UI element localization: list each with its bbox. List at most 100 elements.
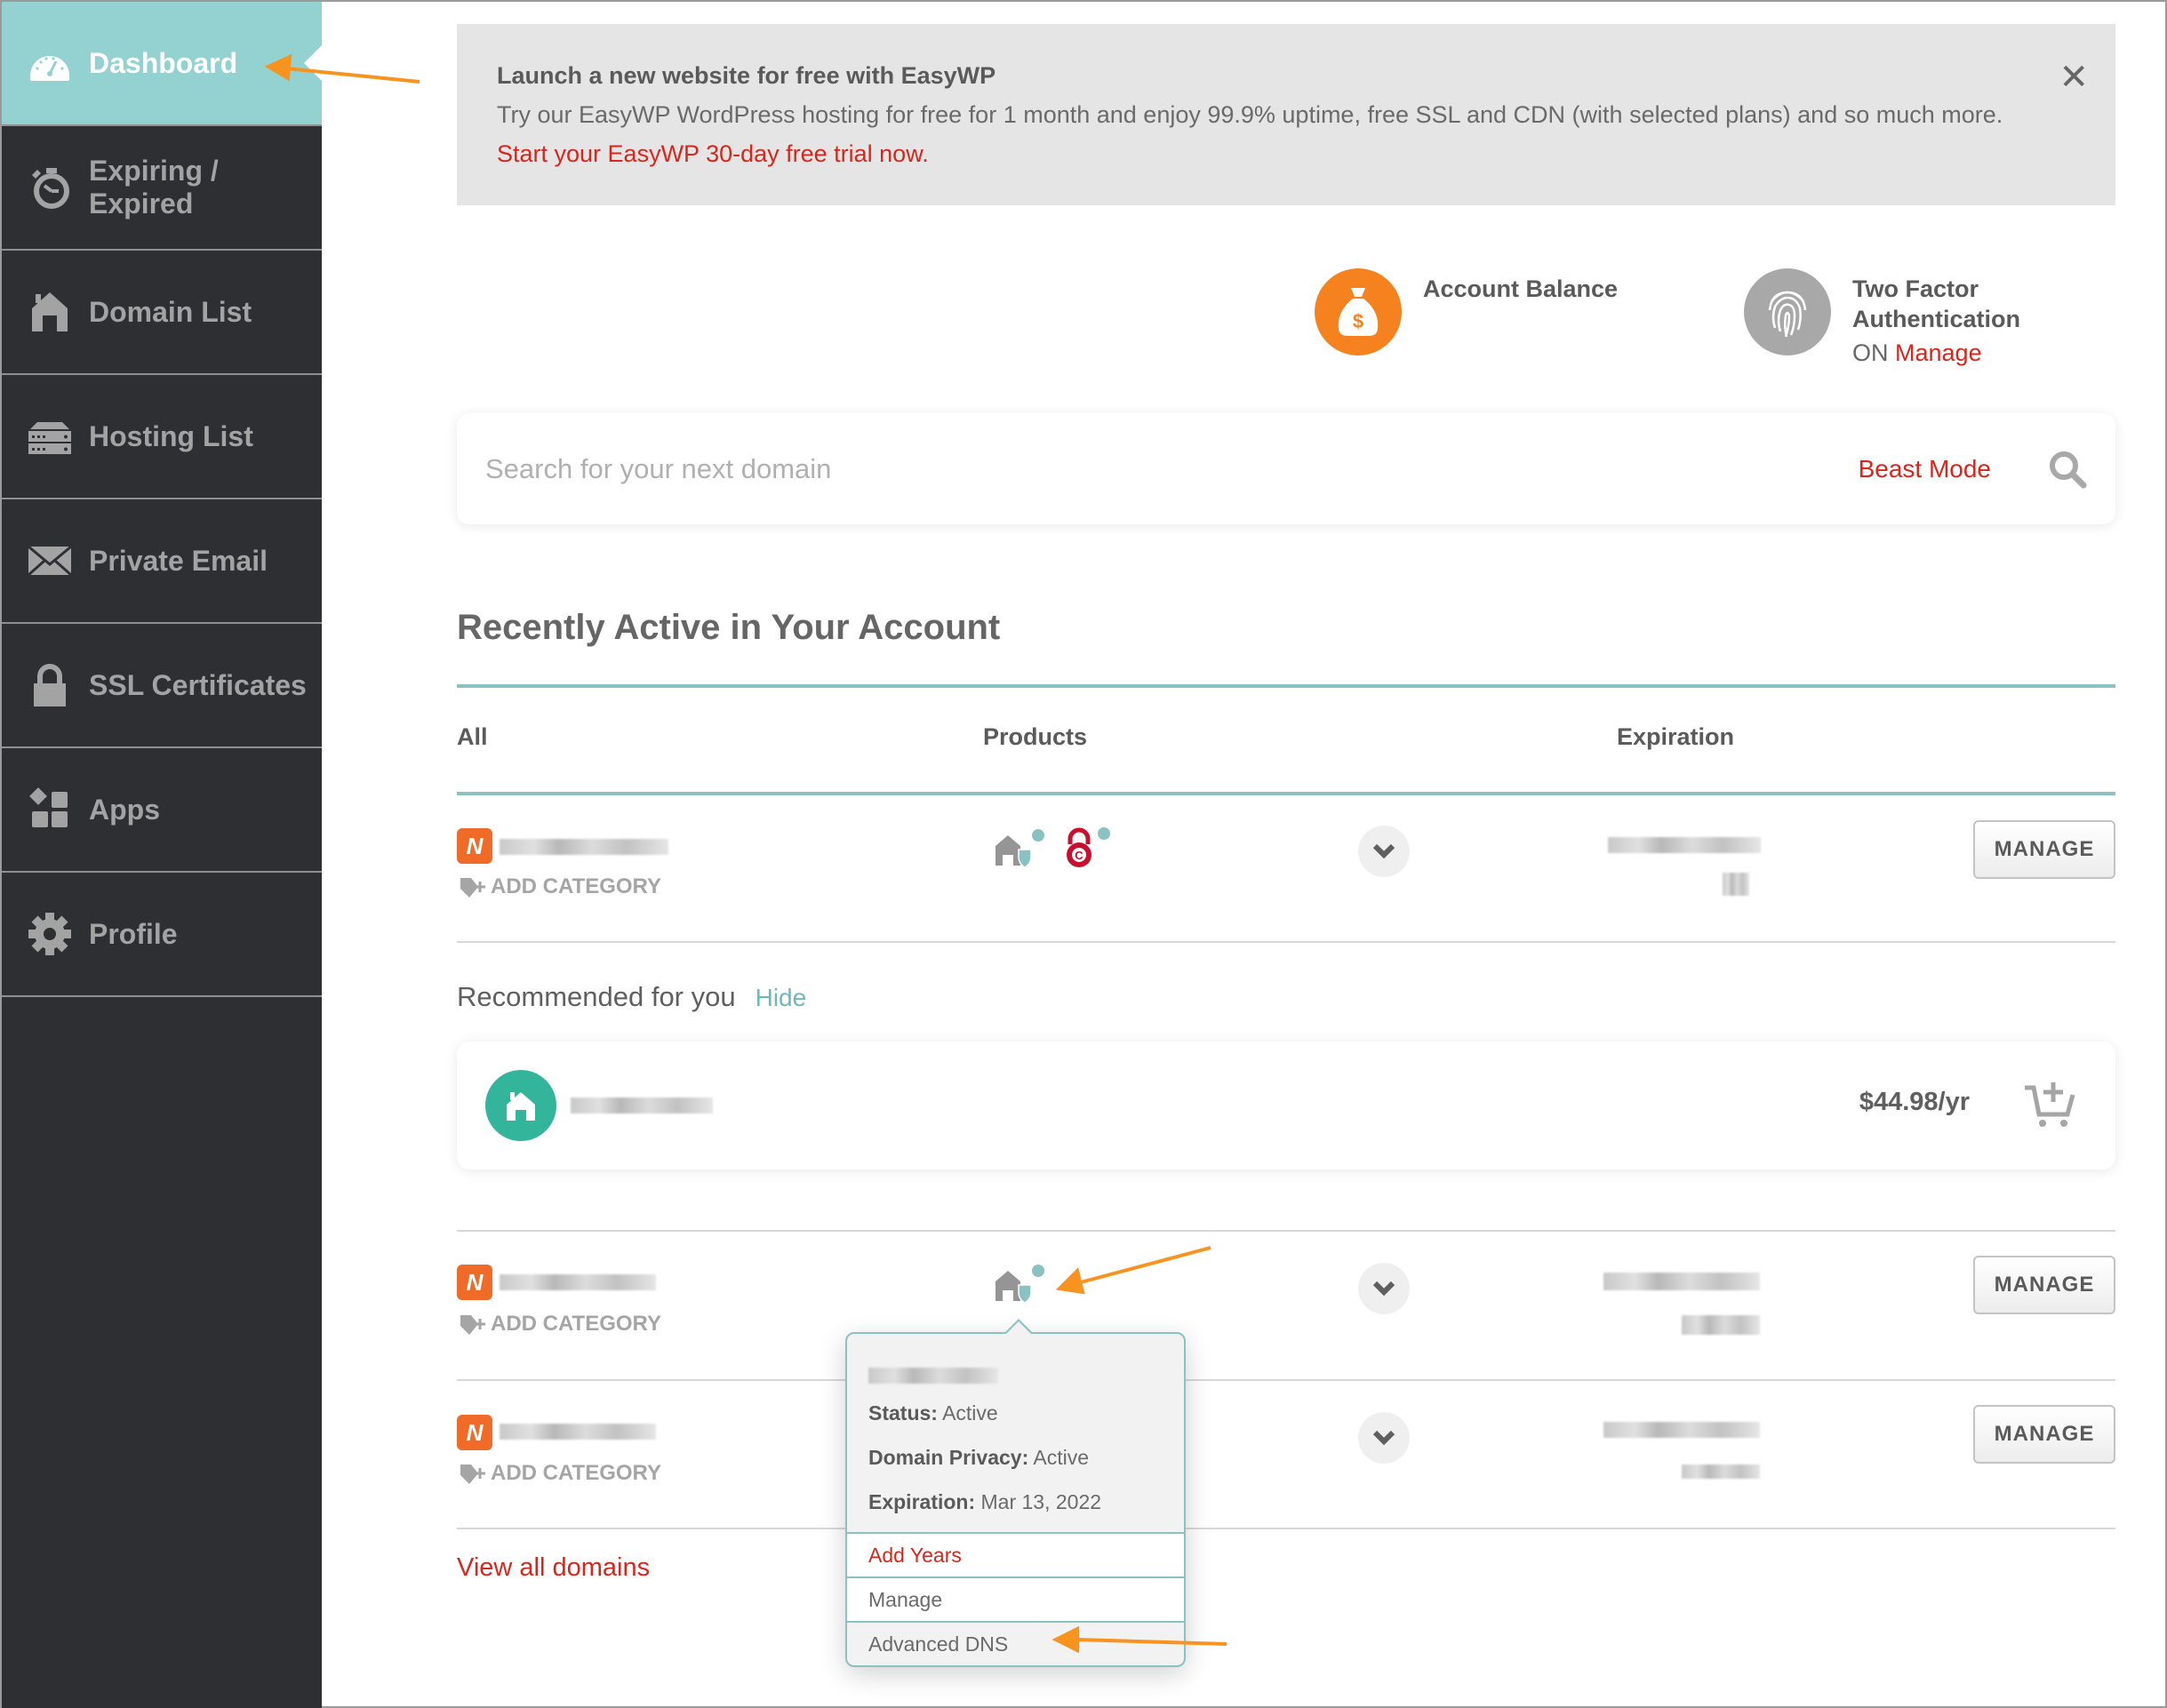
expiration-date-redacted — [1603, 1273, 1760, 1290]
banner-description: Try our EasyWP WordPress hosting for fre… — [497, 101, 2003, 128]
close-icon[interactable]: ✕ — [2059, 60, 2089, 95]
sidebar-item-private-email[interactable]: Private Email — [2, 499, 322, 624]
sidebar-item-apps[interactable]: Apps — [2, 748, 322, 873]
expand-row-chevron-icon[interactable] — [1358, 1412, 1410, 1464]
search-icon[interactable] — [2048, 450, 2087, 489]
account-balance-label: Account Balance — [1423, 275, 1619, 302]
column-header-expiration: Expiration — [1617, 723, 1735, 750]
gear-icon — [25, 909, 75, 959]
domain-products-popover: Status: Active Domain Privacy: Active Ex… — [845, 1319, 1186, 1667]
beast-mode-link[interactable]: Beast Mode — [1859, 455, 1991, 483]
popover-status: Status: Active — [868, 1401, 998, 1425]
house-icon — [485, 1070, 556, 1141]
annotation-arrowhead — [1055, 1267, 1085, 1295]
fingerprint-icon — [1744, 268, 1831, 355]
tag-plus-icon — [460, 1315, 485, 1335]
manage-button[interactable]: MANAGE — [1973, 820, 2115, 879]
banner-text: Try our EasyWP WordPress hosting for fre… — [497, 95, 2008, 173]
sidebar-item-ssl-certificates[interactable]: SSL Certificates — [2, 624, 322, 748]
ssl-icon[interactable]: C — [1061, 826, 1111, 873]
expand-row-chevron-icon[interactable] — [1358, 1263, 1410, 1314]
banner-title: Launch a new website for free with EasyW… — [497, 62, 996, 89]
sidebar-item-label: Dashboard — [89, 46, 238, 79]
domain-search-bar: Beast Mode — [457, 413, 2115, 524]
expiration-days-redacted — [1723, 873, 1749, 896]
namecheap-logo-icon: N — [457, 828, 492, 864]
popover-domain-redacted — [868, 1368, 998, 1384]
add-category-button[interactable]: ADD CATEGORY — [459, 1310, 661, 1338]
recently-active-heading: Recently Active in Your Account — [457, 608, 1001, 647]
popover-advanced-dns[interactable]: Advanced DNS — [847, 1621, 1184, 1665]
recommended-price: $44.98/yr — [1859, 1088, 1970, 1116]
divider — [457, 1379, 2115, 1381]
tag-plus-icon — [460, 1465, 485, 1484]
divider — [457, 684, 2115, 688]
house-icon — [25, 287, 75, 337]
divider — [457, 792, 2115, 795]
two-factor-label-2: Authentication — [1852, 306, 2020, 332]
sidebar-item-domain-list[interactable]: Domain List — [2, 251, 322, 375]
sidebar-item-label: Private Email — [89, 544, 268, 577]
popover-manage[interactable]: Manage — [847, 1576, 1184, 1621]
sidebar-item-label: Domain List — [89, 295, 252, 328]
stopwatch-icon — [25, 163, 75, 212]
money-bag-icon: $ — [1315, 268, 1402, 355]
manage-button[interactable]: MANAGE — [1973, 1256, 2115, 1314]
account-balance-widget[interactable]: $ Account Balance — [1315, 268, 1618, 355]
sidebar-item-label: Apps — [89, 793, 160, 826]
svg-text:$: $ — [1353, 310, 1363, 332]
popover-expiration: Expiration: Mar 13, 2022 — [868, 1490, 1102, 1513]
view-all-domains-link[interactable]: View all domains — [457, 1553, 650, 1583]
namecheap-logo-icon: N — [457, 1415, 492, 1450]
expiration-date-redacted — [1608, 837, 1761, 853]
recommended-heading: Recommended for you Hide — [457, 981, 806, 1013]
sidebar-item-label: Profile — [89, 917, 178, 950]
recommended-domain-card: $44.98/yr — [457, 1042, 2115, 1169]
recommended-domain-redacted — [571, 1097, 713, 1113]
tag-plus-icon — [460, 878, 485, 898]
expand-row-chevron-icon[interactable] — [1358, 826, 1410, 877]
hide-recommended-link[interactable]: Hide — [756, 984, 807, 1011]
easywp-trial-link[interactable]: Start your EasyWP 30-day free trial now. — [497, 140, 929, 167]
domain-search-input[interactable] — [485, 452, 1859, 485]
domain-privacy-icon[interactable] — [994, 1264, 1049, 1305]
two-factor-label-1: Two Factor — [1852, 275, 1979, 302]
two-factor-status: ON — [1852, 339, 1889, 366]
namecheap-logo-icon: N — [457, 1265, 492, 1300]
add-category-button[interactable]: ADD CATEGORY — [459, 1459, 661, 1488]
two-factor-widget: Two Factor Authentication ON Manage — [1744, 268, 2020, 368]
lock-icon — [25, 660, 75, 710]
domain-name-redacted — [500, 1424, 656, 1440]
divider — [457, 941, 2115, 943]
server-icon — [25, 411, 75, 461]
sidebar-item-hosting-list[interactable]: Hosting List — [2, 375, 322, 499]
popover-add-years[interactable]: Add Years — [847, 1532, 1184, 1576]
dashboard-gauge-icon — [25, 38, 75, 88]
sidebar-item-expiring[interactable]: Expiring / Expired — [2, 126, 322, 251]
divider — [457, 1528, 2115, 1529]
sidebar-item-label: Hosting List — [89, 419, 253, 452]
add-to-cart-icon[interactable] — [2023, 1077, 2076, 1130]
column-header-all[interactable]: All — [457, 723, 488, 751]
manage-button[interactable]: MANAGE — [1973, 1405, 2115, 1464]
column-header-products: Products — [983, 723, 1088, 750]
annotation-arrow-products — [1076, 1246, 1211, 1285]
domain-privacy-icon[interactable] — [994, 828, 1049, 869]
domain-name-redacted — [500, 839, 668, 855]
envelope-icon — [25, 536, 75, 586]
two-factor-manage-link[interactable]: Manage — [1895, 339, 1982, 366]
expiration-days-redacted — [1682, 1465, 1760, 1479]
svg-text:C: C — [1075, 849, 1084, 862]
sidebar-item-label: SSL Certificates — [89, 668, 307, 701]
sidebar: Dashboard Expiring / Expired Domain List… — [2, 2, 322, 1708]
sidebar-item-label: Expiring / Expired — [89, 155, 219, 219]
apps-grid-icon — [25, 785, 75, 834]
domain-name-redacted — [500, 1274, 656, 1290]
add-category-button[interactable]: ADD CATEGORY — [459, 873, 661, 901]
sidebar-item-dashboard[interactable]: Dashboard — [2, 2, 322, 126]
expiration-days-redacted — [1682, 1315, 1760, 1335]
sidebar-item-profile[interactable]: Profile — [2, 873, 322, 997]
easywp-promo-banner: Launch a new website for free with EasyW… — [457, 24, 2115, 205]
recommended-title: Recommended for you — [457, 981, 736, 1012]
expiration-date-redacted — [1603, 1422, 1760, 1438]
